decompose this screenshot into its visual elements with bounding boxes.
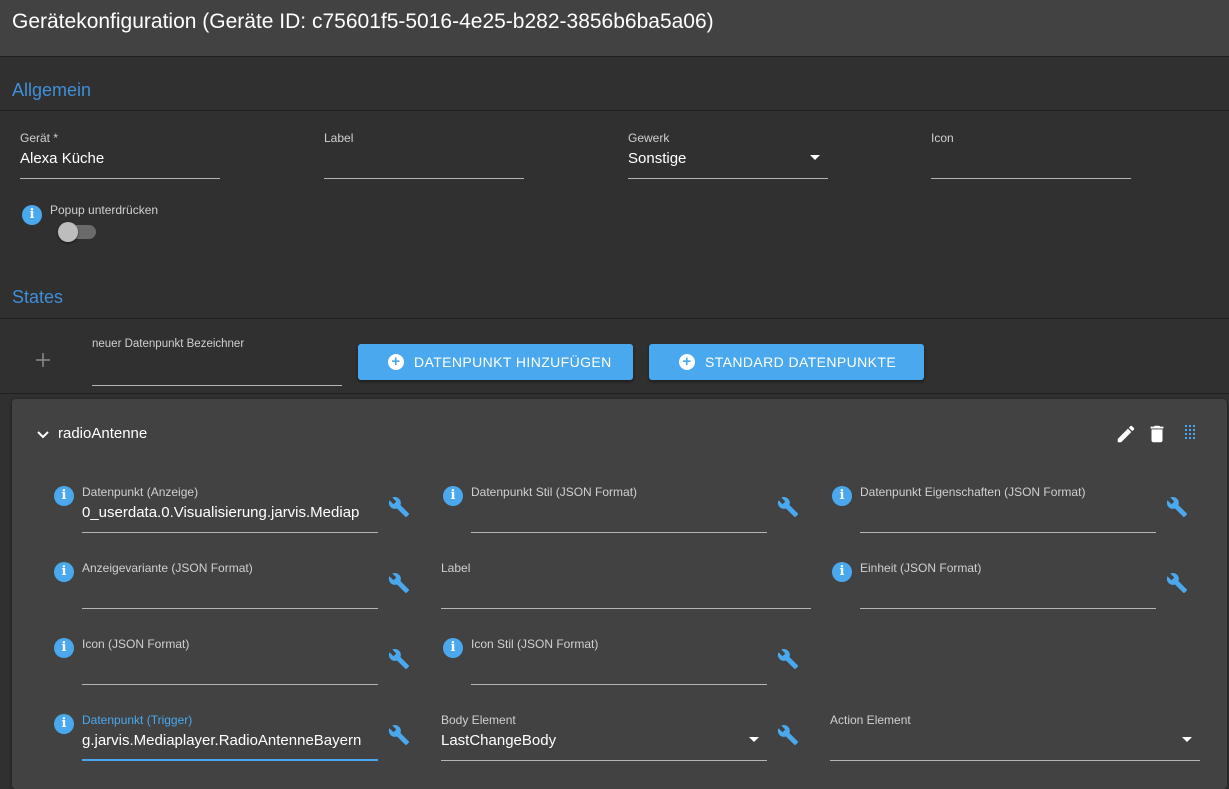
add-datapoint-button[interactable]: + DATENPUNKT HINZUFÜGEN <box>358 344 633 380</box>
popup-suppress-label: Popup unterdrücken <box>50 203 159 217</box>
dp-style-label: Datenpunkt Stil (JSON Format) <box>471 485 638 499</box>
icon-json-label: Icon (JSON Format) <box>82 637 190 651</box>
dp-trigger-value[interactable]: g.jarvis.Mediaplayer.RadioAntenneBayern <box>82 732 378 749</box>
chevron-down-icon[interactable] <box>749 737 759 742</box>
standard-datapoints-button-label: STANDARD DATENPUNKTE <box>705 354 897 370</box>
wrench-icon[interactable] <box>777 496 799 518</box>
wrench-icon[interactable] <box>388 724 410 746</box>
trade-select[interactable]: Gewerk Sonstige <box>628 131 828 179</box>
divider <box>0 393 1229 394</box>
popup-suppress-toggle[interactable] <box>58 222 96 242</box>
wrench-icon[interactable] <box>388 496 410 518</box>
state-label-label: Label <box>441 561 471 575</box>
dialog-title: Gerätekonfiguration (Geräte ID: c75601f5… <box>12 10 714 33</box>
dp-props-field[interactable]: Datenpunkt Eigenschaften (JSON Format) <box>860 485 1156 533</box>
action-element-select[interactable]: Action Element <box>830 713 1200 761</box>
dp-display-field[interactable]: Datenpunkt (Anzeige) 0_userdata.0.Visual… <box>82 485 378 533</box>
chevron-down-icon[interactable] <box>36 427 50 439</box>
wrench-icon[interactable] <box>777 724 799 746</box>
dp-trigger-label: Datenpunkt (Trigger) <box>82 713 193 727</box>
add-icon[interactable] <box>35 352 51 368</box>
dp-trigger-field[interactable]: Datenpunkt (Trigger) g.jarvis.Mediaplaye… <box>82 713 378 761</box>
drag-handle-icon[interactable] <box>1185 425 1197 439</box>
state-item-name[interactable]: radioAntenne <box>58 425 147 442</box>
add-circle-icon: + <box>388 354 404 370</box>
icon-field[interactable]: Icon <box>931 131 1131 179</box>
divider <box>0 318 1229 319</box>
dialog-header: Gerätekonfiguration (Geräte ID: c75601f5… <box>0 0 1229 57</box>
action-element-label: Action Element <box>830 713 911 727</box>
add-circle-icon: + <box>679 354 695 370</box>
new-datapoint-label: neuer Datenpunkt Bezeichner <box>92 338 245 350</box>
trade-select-value[interactable]: Sonstige <box>628 150 686 167</box>
state-item-card: radioAntenne i Datenpunkt (Anzeige) 0_us… <box>12 399 1227 789</box>
standard-datapoints-button[interactable]: + STANDARD DATENPUNKTE <box>649 344 924 380</box>
body-element-label: Body Element <box>441 713 516 727</box>
wrench-icon[interactable] <box>777 648 799 670</box>
section-title-states: States <box>12 287 64 307</box>
chevron-down-icon[interactable] <box>810 155 820 160</box>
delete-icon[interactable] <box>1146 423 1168 445</box>
icon-style-label: Icon Stil (JSON Format) <box>471 637 599 651</box>
dp-props-label: Datenpunkt Eigenschaften (JSON Format) <box>860 485 1086 499</box>
toggle-knob[interactable] <box>58 222 78 242</box>
info-icon[interactable]: i <box>54 562 74 582</box>
icon-json-field[interactable]: Icon (JSON Format) <box>82 637 378 685</box>
new-datapoint-field[interactable]: neuer Datenpunkt Bezeichner <box>92 338 342 386</box>
wrench-icon[interactable] <box>388 648 410 670</box>
divider <box>0 110 1229 111</box>
body-element-value[interactable]: LastChangeBody <box>441 732 556 749</box>
dp-display-value[interactable]: 0_userdata.0.Visualisierung.jarvis.Media… <box>82 504 378 521</box>
chevron-down-icon[interactable] <box>1182 737 1192 742</box>
info-icon[interactable]: i <box>443 486 463 506</box>
dp-display-label: Datenpunkt (Anzeige) <box>82 485 199 499</box>
trade-select-label: Gewerk <box>628 131 670 145</box>
state-label-field[interactable]: Label <box>441 561 811 609</box>
info-icon[interactable]: i <box>54 714 74 734</box>
info-icon[interactable]: i <box>22 205 42 225</box>
info-icon[interactable]: i <box>443 638 463 658</box>
device-field-label: Gerät * <box>20 131 59 145</box>
body-element-select[interactable]: Body Element LastChangeBody <box>441 713 767 761</box>
label-field[interactable]: Label <box>324 131 524 179</box>
icon-field-label: Icon <box>931 131 954 145</box>
section-title-general: Allgemein <box>12 80 92 100</box>
display-variant-field[interactable]: Anzeigevariante (JSON Format) <box>82 561 378 609</box>
label-field-label: Label <box>324 131 354 145</box>
wrench-icon[interactable] <box>1166 496 1188 518</box>
info-icon[interactable]: i <box>54 486 74 506</box>
device-field[interactable]: Gerät * Alexa Küche <box>20 131 220 179</box>
dp-style-field[interactable]: Datenpunkt Stil (JSON Format) <box>471 485 767 533</box>
display-variant-label: Anzeigevariante (JSON Format) <box>82 561 253 575</box>
edit-icon[interactable] <box>1115 423 1137 445</box>
device-field-value[interactable]: Alexa Küche <box>20 150 104 167</box>
wrench-icon[interactable] <box>388 572 410 594</box>
info-icon[interactable]: i <box>832 562 852 582</box>
wrench-icon[interactable] <box>1166 572 1188 594</box>
icon-style-field[interactable]: Icon Stil (JSON Format) <box>471 637 767 685</box>
info-icon[interactable]: i <box>54 638 74 658</box>
unit-label: Einheit (JSON Format) <box>860 561 982 575</box>
info-icon[interactable]: i <box>832 486 852 506</box>
add-datapoint-button-label: DATENPUNKT HINZUFÜGEN <box>414 354 612 370</box>
unit-field[interactable]: Einheit (JSON Format) <box>860 561 1156 609</box>
